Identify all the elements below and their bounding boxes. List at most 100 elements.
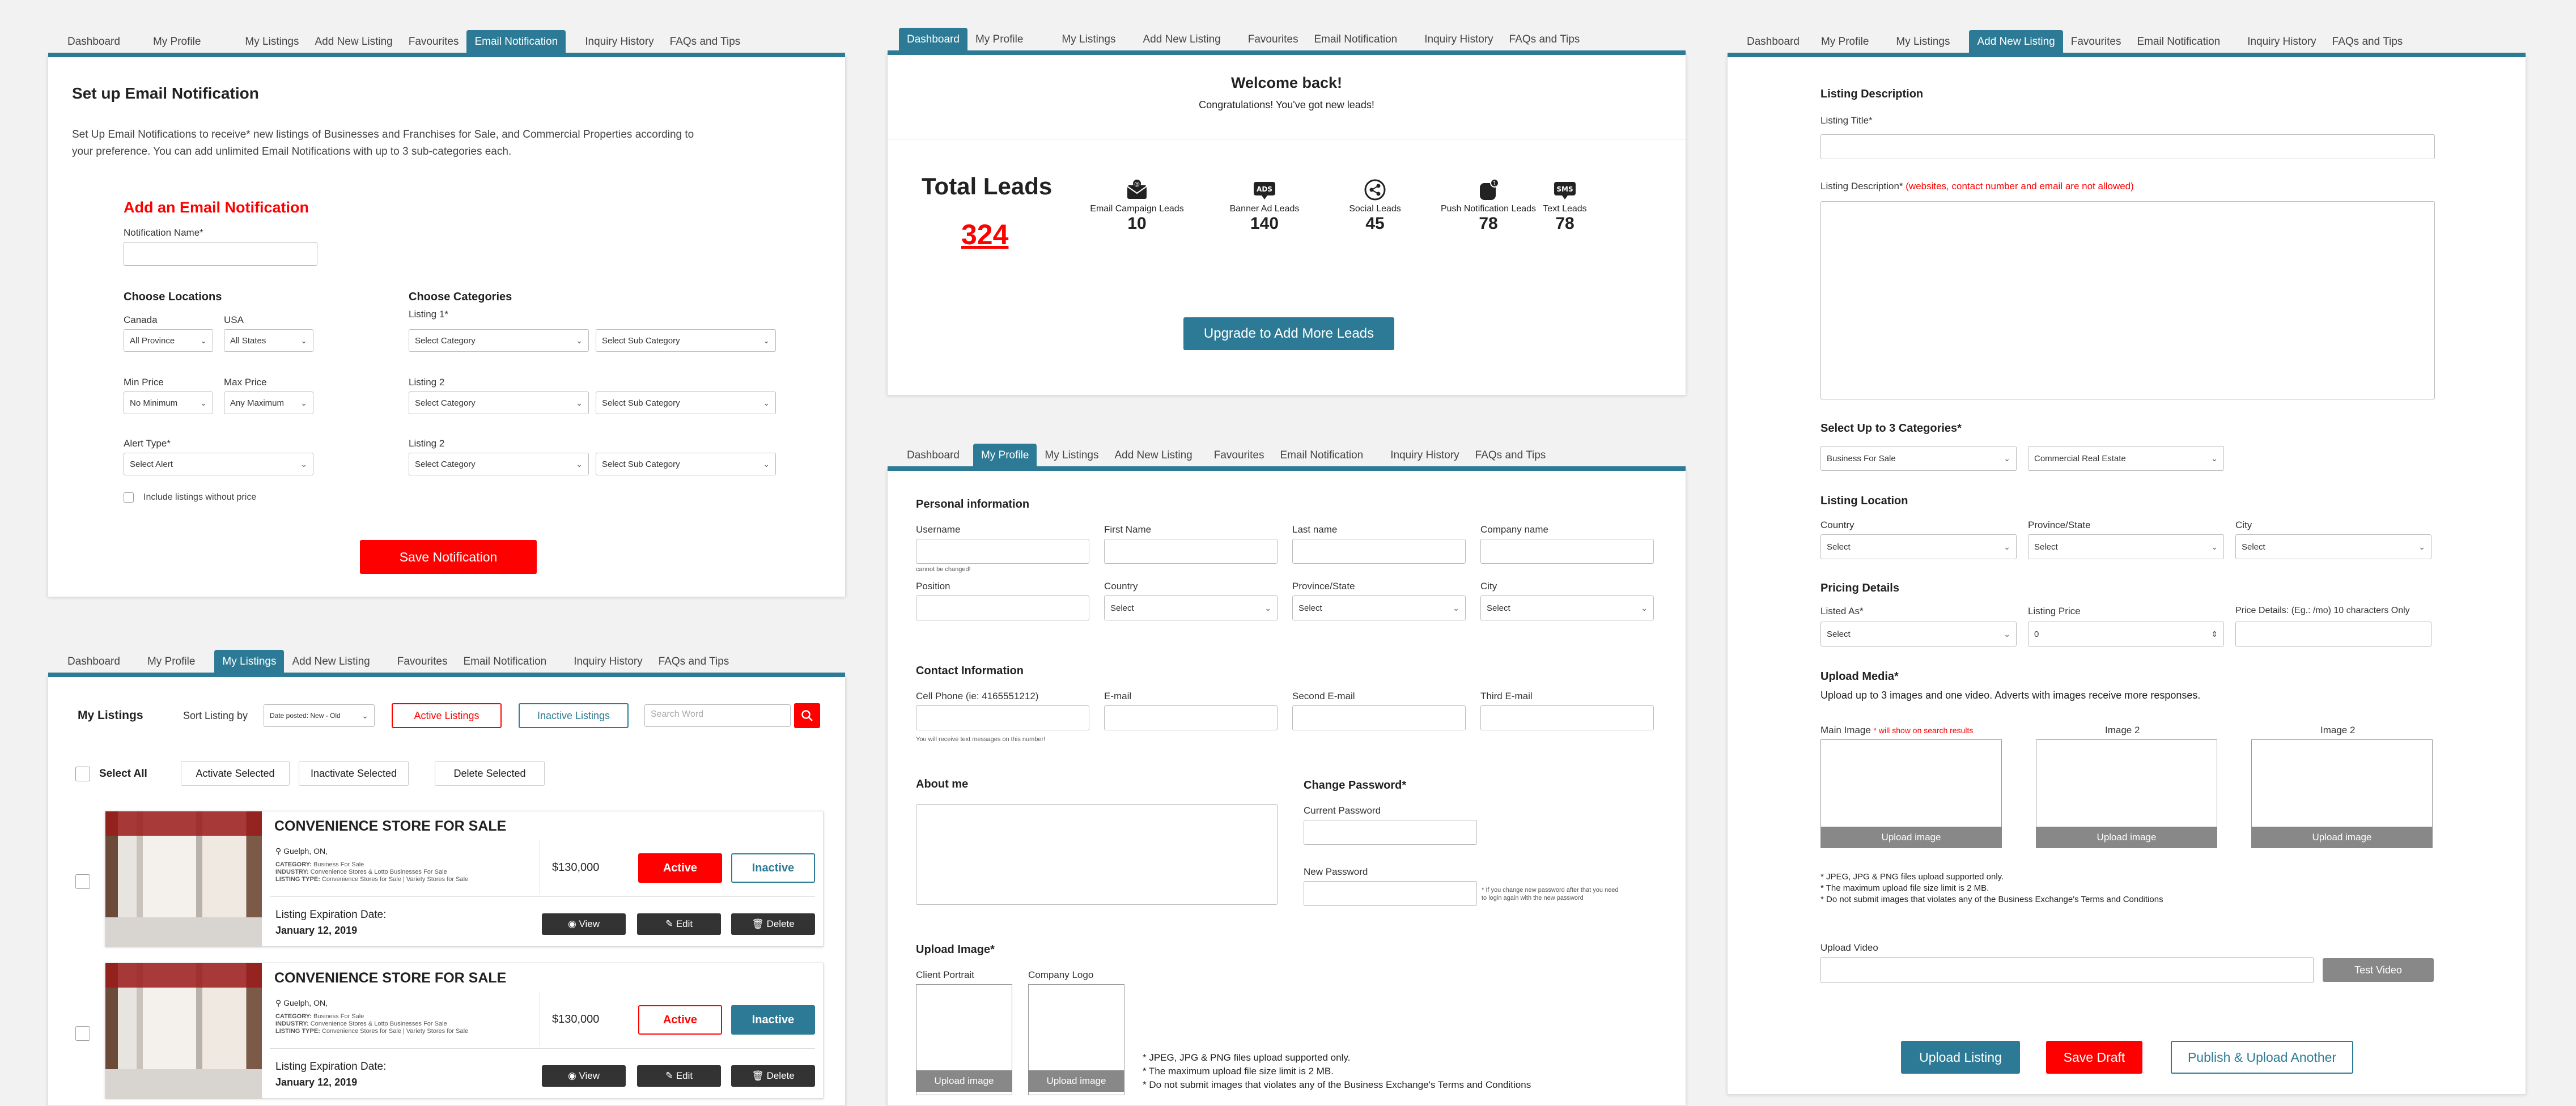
include-without-price-checkbox[interactable] xyxy=(124,492,134,503)
delete-button[interactable]: 🗑 Delete xyxy=(731,1065,815,1087)
view-button[interactable]: ◉ View xyxy=(542,1065,626,1087)
tab-faqs[interactable]: FAQs and Tips xyxy=(1501,28,1588,50)
active-listings-button[interactable]: Active Listings xyxy=(392,703,502,728)
province-select[interactable]: Select ⌄ xyxy=(2028,534,2224,559)
category2-select[interactable]: Commercial Real Estate ⌄ xyxy=(2028,446,2224,471)
edit-button[interactable]: ✎ Edit xyxy=(637,1065,721,1087)
listing2-subcategory-select[interactable]: Select Sub Category ⌄ xyxy=(596,392,776,414)
delete-button[interactable]: 🗑 Delete xyxy=(731,913,815,935)
tab-add-new-listing[interactable]: Add New Listing xyxy=(307,30,400,53)
current-password-input[interactable] xyxy=(1304,820,1477,845)
min-price-select[interactable]: No Minimum ⌄ xyxy=(124,392,213,414)
listing-image[interactable] xyxy=(105,963,262,1099)
listing-title[interactable]: CONVENIENCE STORE FOR SALE xyxy=(274,818,506,835)
tab-email-notification[interactable]: Email Notification xyxy=(2129,30,2228,53)
tab-favourites[interactable]: Favourites xyxy=(401,30,467,53)
category1-select[interactable]: Business For Sale ⌄ xyxy=(1820,446,2017,471)
tab-my-profile[interactable]: My Profile xyxy=(1813,30,1877,53)
listing-price-stepper[interactable]: 0 ⇕ xyxy=(2028,622,2224,646)
new-password-input[interactable] xyxy=(1304,881,1477,906)
listing1-category-select[interactable]: Select Category ⌄ xyxy=(409,329,589,352)
tab-add-new-listing[interactable]: Add New Listing xyxy=(1106,444,1200,466)
upload-image3-button[interactable]: Upload image xyxy=(2251,827,2433,848)
tab-add-new-listing[interactable]: Add New Listing xyxy=(1969,30,2063,53)
tab-my-listings[interactable]: My Listings xyxy=(214,650,285,673)
upload-listing-button[interactable]: Upload Listing xyxy=(1901,1041,2020,1074)
tab-inquiry-history[interactable]: Inquiry History xyxy=(577,30,661,53)
upload-image2-button[interactable]: Upload image xyxy=(2036,827,2217,848)
active-status-button[interactable]: Active xyxy=(638,1005,722,1035)
publish-upload-another-button[interactable]: Publish & Upload Another xyxy=(2171,1041,2353,1074)
tab-my-listings[interactable]: My Listings xyxy=(1888,30,1958,53)
listing-title[interactable]: CONVENIENCE STORE FOR SALE xyxy=(274,970,506,986)
tab-my-profile[interactable]: My Profile xyxy=(145,30,209,53)
position-input[interactable] xyxy=(916,595,1089,620)
save-draft-button[interactable]: Save Draft xyxy=(2046,1041,2142,1074)
listing-image[interactable] xyxy=(105,811,262,947)
tab-favourites[interactable]: Favourites xyxy=(1240,28,1306,50)
tab-inquiry-history[interactable]: Inquiry History xyxy=(1382,444,1467,466)
listing-title-input[interactable] xyxy=(1820,134,2435,159)
delete-selected-button[interactable]: Delete Selected xyxy=(435,761,545,786)
inactivate-selected-button[interactable]: Inactivate Selected xyxy=(299,761,409,786)
total-leads-value[interactable]: 324 xyxy=(961,218,1008,251)
listing2-category-select[interactable]: Select Category ⌄ xyxy=(409,392,589,414)
last-name-input[interactable] xyxy=(1292,539,1466,564)
city-select[interactable]: Select ⌄ xyxy=(2235,534,2431,559)
listed-as-select[interactable]: Select ⌄ xyxy=(1820,622,2017,646)
tab-my-listings[interactable]: My Listings xyxy=(237,30,307,53)
tab-email-notification[interactable]: Email Notification xyxy=(1306,28,1405,50)
listing-checkbox[interactable] xyxy=(75,874,90,889)
state-select[interactable]: All States ⌄ xyxy=(224,329,313,352)
username-input[interactable] xyxy=(916,539,1089,564)
tab-faqs[interactable]: FAQs and Tips xyxy=(651,650,737,673)
listing3-category-select[interactable]: Select Category ⌄ xyxy=(409,453,589,475)
tab-email-notification[interactable]: Email Notification xyxy=(455,650,554,673)
tab-my-profile[interactable]: My Profile xyxy=(139,650,203,673)
view-button[interactable]: ◉ View xyxy=(542,913,626,935)
edit-button[interactable]: ✎ Edit xyxy=(637,913,721,935)
inactive-status-button[interactable]: Inactive xyxy=(731,853,815,883)
tab-my-listings[interactable]: My Listings xyxy=(1054,28,1123,50)
inactive-listings-button[interactable]: Inactive Listings xyxy=(519,703,629,728)
tab-favourites[interactable]: Favourites xyxy=(2063,30,2129,53)
price-details-input[interactable] xyxy=(2235,622,2431,646)
tab-dashboard[interactable]: Dashboard xyxy=(899,28,967,50)
third-email-input[interactable] xyxy=(1480,705,1654,730)
tab-faqs[interactable]: FAQs and Tips xyxy=(662,30,749,53)
tab-add-new-listing[interactable]: Add New Listing xyxy=(284,650,377,673)
tab-faqs[interactable]: FAQs and Tips xyxy=(2324,30,2411,53)
tab-email-notification[interactable]: Email Notification xyxy=(1272,444,1371,466)
sort-select[interactable]: Date posted: New - Old ⌄ xyxy=(264,704,375,727)
company-input[interactable] xyxy=(1480,539,1654,564)
listing-checkbox[interactable] xyxy=(75,1026,90,1041)
cell-input[interactable] xyxy=(916,705,1089,730)
inactive-status-button[interactable]: Inactive xyxy=(731,1005,815,1035)
upgrade-button[interactable]: Upgrade to Add More Leads xyxy=(1183,317,1394,350)
search-button[interactable] xyxy=(794,703,820,728)
province-select[interactable]: All Province ⌄ xyxy=(124,329,213,352)
video-url-input[interactable] xyxy=(1820,957,2314,983)
tab-favourites[interactable]: Favourites xyxy=(1206,444,1272,466)
tab-my-profile[interactable]: My Profile xyxy=(973,444,1037,466)
save-notification-button[interactable]: Save Notification xyxy=(360,540,537,574)
max-price-select[interactable]: Any Maximum ⌄ xyxy=(224,392,313,414)
country-select[interactable]: Select ⌄ xyxy=(1820,534,2017,559)
upload-logo-button[interactable]: Upload image xyxy=(1028,1070,1124,1092)
tab-faqs[interactable]: FAQs and Tips xyxy=(1467,444,1554,466)
listing-description-textarea[interactable] xyxy=(1820,201,2435,399)
listing3-subcategory-select[interactable]: Select Sub Category ⌄ xyxy=(596,453,776,475)
tab-inquiry-history[interactable]: Inquiry History xyxy=(566,650,650,673)
upload-main-image-button[interactable]: Upload image xyxy=(1820,827,2002,848)
tab-dashboard[interactable]: Dashboard xyxy=(60,650,128,673)
active-status-button[interactable]: Active xyxy=(638,853,722,883)
search-input[interactable]: Search Word xyxy=(644,704,791,727)
tab-inquiry-history[interactable]: Inquiry History xyxy=(1416,28,1501,50)
upload-portrait-button[interactable]: Upload image xyxy=(916,1070,1012,1092)
tab-favourites[interactable]: Favourites xyxy=(389,650,456,673)
tab-inquiry-history[interactable]: Inquiry History xyxy=(2239,30,2324,53)
about-textarea[interactable] xyxy=(916,804,1278,905)
second-email-input[interactable] xyxy=(1292,705,1466,730)
test-video-button[interactable]: Test Video xyxy=(2323,958,2434,982)
alert-type-select[interactable]: Select Alert ⌄ xyxy=(124,453,313,475)
